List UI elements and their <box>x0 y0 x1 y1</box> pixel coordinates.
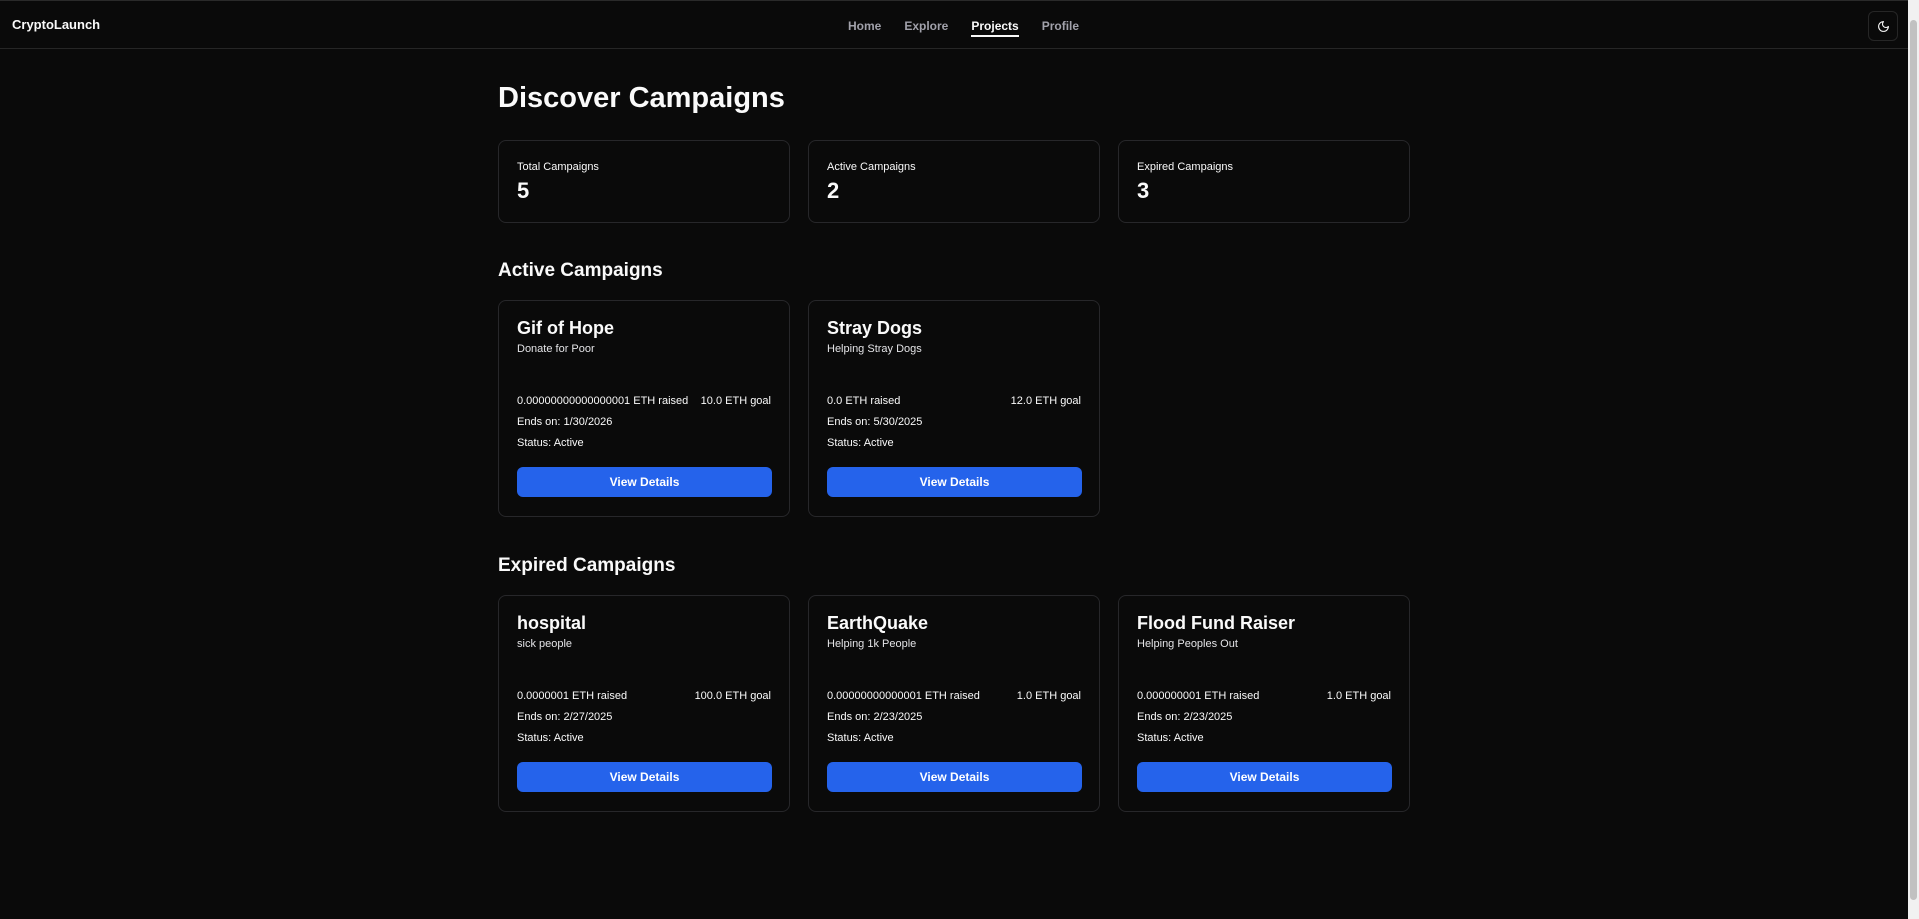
campaign-end-date: Ends on: 1/30/2026 <box>517 416 613 428</box>
moon-icon <box>1877 20 1889 32</box>
campaign-title: Flood Fund Raiser <box>1137 613 1296 633</box>
view-details-button[interactable]: View Details <box>517 467 772 497</box>
scrollbar-thumb[interactable] <box>1910 20 1917 900</box>
campaign-goal: 12.0 ETH goal <box>1010 395 1081 407</box>
stat-value: 3 <box>1137 178 1150 203</box>
campaign-raised: 0.0 ETH raised <box>827 395 901 407</box>
campaign-raised: 0.00000000000000001 ETH raised <box>517 395 689 407</box>
campaign-status: Status: Active <box>827 437 894 449</box>
campaign-description: sick people <box>517 638 573 650</box>
view-details-button[interactable]: View Details <box>827 762 1082 792</box>
top-navbar: CryptoLaunch Home Explore Projects Profi… <box>0 0 1908 49</box>
page: CryptoLaunch Home Explore Projects Profi… <box>0 0 1919 919</box>
brand-logo[interactable]: CryptoLaunch <box>12 17 100 32</box>
campaign-status: Status: Active <box>827 732 894 744</box>
expired-campaigns-heading: Expired Campaigns <box>498 555 676 576</box>
stat-value: 2 <box>827 178 840 203</box>
stat-label: Active Campaigns <box>827 161 916 173</box>
nav-profile[interactable]: Profile <box>1042 19 1079 39</box>
campaign-status: Status: Active <box>517 732 584 744</box>
campaign-card: Gif of Hope Donate for Poor 0.0000000000… <box>498 300 790 517</box>
page-title: Discover Campaigns <box>498 82 785 114</box>
campaign-end-date: Ends on: 2/27/2025 <box>517 711 613 723</box>
campaign-card: Stray Dogs Helping Stray Dogs 0.0 ETH ra… <box>808 300 1100 517</box>
campaign-description: Helping Stray Dogs <box>827 343 922 355</box>
campaign-description: Donate for Poor <box>517 343 595 355</box>
campaign-status: Status: Active <box>1137 732 1204 744</box>
campaign-end-date: Ends on: 2/23/2025 <box>827 711 923 723</box>
campaign-description: Helping Peoples Out <box>1137 638 1238 650</box>
campaign-goal: 100.0 ETH goal <box>694 690 771 702</box>
campaign-goal: 1.0 ETH goal <box>1326 690 1391 702</box>
main-nav: Home Explore Projects Profile <box>848 19 1079 39</box>
campaign-card: hospital sick people 0.0000001 ETH raise… <box>498 595 790 812</box>
campaign-raised: 0.0000001 ETH raised <box>517 690 628 702</box>
stat-card-total: Total Campaigns 5 <box>498 140 790 223</box>
stat-label: Expired Campaigns <box>1137 161 1233 173</box>
campaign-goal: 10.0 ETH goal <box>700 395 771 407</box>
theme-toggle-button[interactable] <box>1868 11 1898 41</box>
campaign-title: EarthQuake <box>827 613 929 633</box>
stat-card-active: Active Campaigns 2 <box>808 140 1100 223</box>
campaign-title: Gif of Hope <box>517 318 614 338</box>
campaign-card: Flood Fund Raiser Helping Peoples Out 0.… <box>1118 595 1410 812</box>
stat-card-expired: Expired Campaigns 3 <box>1118 140 1410 223</box>
active-campaigns-heading: Active Campaigns <box>498 260 663 281</box>
campaign-card: EarthQuake Helping 1k People 0.000000000… <box>808 595 1100 812</box>
view-details-button[interactable]: View Details <box>827 467 1082 497</box>
campaign-raised: 0.00000000000001 ETH raised <box>827 690 980 702</box>
stat-label: Total Campaigns <box>517 161 599 173</box>
campaign-title: Stray Dogs <box>827 318 923 338</box>
campaign-description: Helping 1k People <box>827 638 917 650</box>
campaign-title: hospital <box>517 613 587 633</box>
stat-value: 5 <box>517 178 530 203</box>
nav-home[interactable]: Home <box>848 19 881 39</box>
campaign-goal: 1.0 ETH goal <box>1016 690 1081 702</box>
campaign-end-date: Ends on: 2/23/2025 <box>1137 711 1233 723</box>
view-details-button[interactable]: View Details <box>517 762 772 792</box>
nav-projects[interactable]: Projects <box>971 19 1020 39</box>
campaign-end-date: Ends on: 5/30/2025 <box>827 416 923 428</box>
campaign-raised: 0.000000001 ETH raised <box>1137 690 1260 702</box>
view-details-button[interactable]: View Details <box>1137 762 1392 792</box>
nav-explore[interactable]: Explore <box>904 19 948 39</box>
campaign-status: Status: Active <box>517 437 584 449</box>
